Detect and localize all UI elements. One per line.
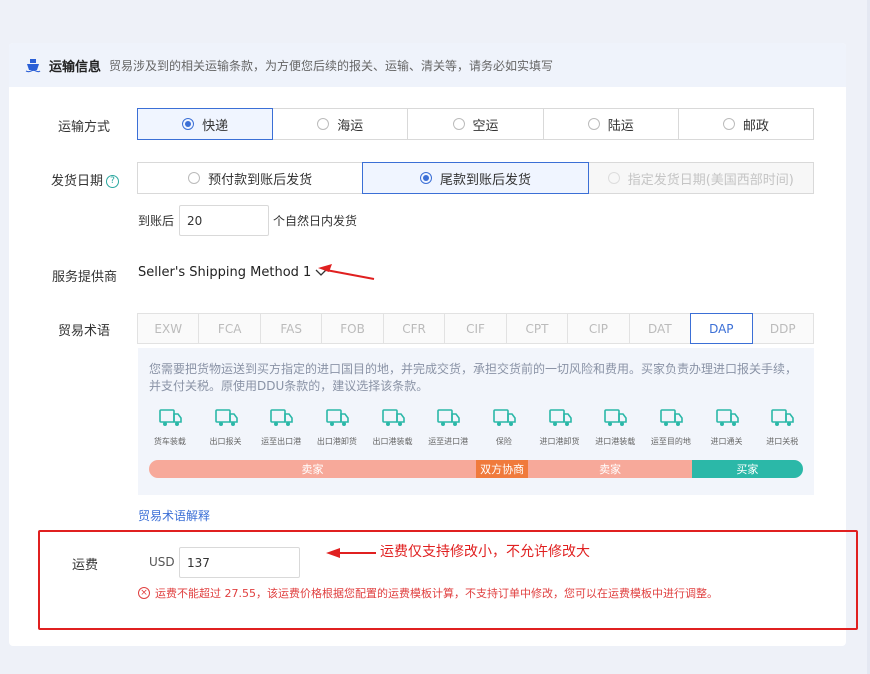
trade-terms-label: 贸易术语 [57,324,110,339]
export-port-unload-icon [326,409,349,426]
trade-step-label: 进口港装载 [595,437,636,446]
freight-error: × 运费不能超过 27.55，该运费价格根据您配置的运费模板计算，不支持订单中修改… [138,585,718,601]
radio-icon [317,118,330,130]
transport-options: 快递 海运 空运 陆运 邮政 [137,108,815,140]
radio-icon [182,118,195,130]
trade-step-label: 进口通关 [710,437,743,446]
error-icon: × [138,587,150,599]
trade-term-info: 您需要把货物运送到买方指定的进口国目的地，并完成交货，承担交货前的一切风险和费用… [138,348,814,495]
responsibility-segment: 双方协商 [476,460,529,478]
responsibility-segment: 卖家 [528,460,692,478]
term-cip[interactable]: CIP [567,313,630,344]
trade-step-label: 出口港装载 [372,437,413,446]
section-description: 贸易涉及到的相关运输条款，为方便您后续的报关、运输、清关等，请务必如实填写 [109,58,554,73]
trade-step: 进口港装载 [587,406,643,447]
export-clearance-icon [214,409,238,426]
trade-step: 进口关税 [754,406,810,447]
trade-step-label: 运至进口港 [428,437,469,446]
ship-date-option-prepay[interactable]: 预付款到账后发货 [137,162,364,194]
provider-value: Seller's Shipping Method 1 [138,265,312,280]
term-dat[interactable]: DAT [628,313,692,344]
trade-step: 进口港卸货 [532,406,588,447]
transport-option-air[interactable]: 空运 [407,108,544,140]
trade-steps: 货车装载 出口报关 运至出口港 出口港卸货 出口港装载 运至进口港 保险 进口港卸货 进口港装载… [138,406,814,447]
trade-step: 进口通关 [699,406,755,447]
term-exw[interactable]: EXW [137,313,200,344]
responsibility-bar: 卖家 双方协商 卖家 买家 [149,460,803,478]
trade-term-description: 您需要把货物运送到买方指定的进口国目的地，并完成交货，承担交货前的一切风险和费用… [149,362,798,393]
radio-icon [607,172,620,184]
radio-icon [722,118,735,130]
radio-icon [188,172,201,184]
trade-step-label: 出口报关 [209,437,242,446]
ship-date-label: 发货日期? [22,170,119,189]
to-destination-icon [660,409,683,426]
radio-icon [587,118,600,130]
term-cpt[interactable]: CPT [505,313,569,344]
import-clearance-icon [715,409,739,426]
term-ddp[interactable]: DDP [751,313,814,344]
term-fas[interactable]: FAS [259,313,323,344]
responsibility-segment: 买家 [691,460,803,478]
import-duty-icon [771,409,795,426]
ship-date-option-balance[interactable]: 尾款到账后发货 [362,162,589,194]
ship-date-option-specified: 指定发货日期(美国西部时间) [587,162,814,194]
trade-step: 运至目的地 [643,406,699,447]
provider-select[interactable]: Seller's Shipping Method 1 [138,265,327,280]
trade-step-label: 出口港卸货 [316,437,357,446]
trade-step-label: 运至出口港 [261,437,302,446]
term-dap[interactable]: DAP [690,313,753,344]
radio-icon [452,118,465,130]
days-prefix: 到账后 [138,214,175,228]
trade-step: 运至出口港 [253,406,309,447]
trade-step: 出口港卸货 [309,406,365,447]
trade-step: 保险 [476,406,532,447]
responsibility-segment: 卖家 [149,460,476,478]
annotation-arrow-provider [318,264,375,280]
section-header: 运输信息 贸易涉及到的相关运输条款，为方便您后续的报关、运输、清关等，请务必如实… [9,43,846,87]
trade-terms-options: EXW FCA FAS FOB CFR CIF CPT CIP DAT DAP … [137,313,814,344]
help-icon[interactable]: ? [106,175,119,188]
trade-step-label: 进口港卸货 [539,437,580,446]
trade-step-label: 货车装载 [153,437,186,446]
days-suffix: 个自然日内发货 [273,214,358,228]
ship-icon [25,59,41,73]
truck-loading-icon [159,409,182,426]
import-port-unload-icon [548,409,572,426]
days-input[interactable]: 20 [179,205,269,236]
trade-step-label: 保险 [495,437,512,446]
transport-option-express[interactable]: 快递 [137,108,274,140]
term-cfr[interactable]: CFR [382,313,446,344]
transport-option-land[interactable]: 陆运 [542,108,679,140]
to-import-port-icon [437,409,460,426]
transport-option-sea[interactable]: 海运 [272,108,409,140]
section-title: 运输信息 [49,59,102,75]
trade-step: 出口港装载 [365,406,421,447]
transport-option-post[interactable]: 邮政 [677,108,815,140]
trade-step: 运至进口港 [420,406,476,447]
to-export-port-icon [270,409,293,426]
annotation-arrow-freight [326,548,376,558]
import-port-load-icon [604,409,628,426]
transport-label: 运输方式 [57,120,110,135]
trade-terms-explain-link[interactable]: 贸易术语解释 [138,507,210,524]
freight-label: 运费 [71,558,98,573]
term-fob[interactable]: FOB [321,313,384,344]
trade-step: 货车装载 [142,406,198,447]
trade-step-label: 运至目的地 [650,437,691,446]
provider-label: 服务提供商 [51,270,117,285]
insurance-icon [493,409,516,426]
freight-input[interactable]: 137 [179,547,300,578]
export-port-load-icon [381,409,405,426]
trade-step-label: 进口关税 [766,437,799,446]
ship-date-options: 预付款到账后发货 尾款到账后发货 指定发货日期(美国西部时间) [137,162,814,194]
term-cif[interactable]: CIF [444,313,507,344]
annotation-text: 运费仅支持修改小，不允许修改大 [380,544,590,560]
term-fca[interactable]: FCA [198,313,261,344]
freight-currency: USD [149,555,175,569]
radio-icon [419,172,432,184]
trade-step: 出口报关 [198,406,254,447]
